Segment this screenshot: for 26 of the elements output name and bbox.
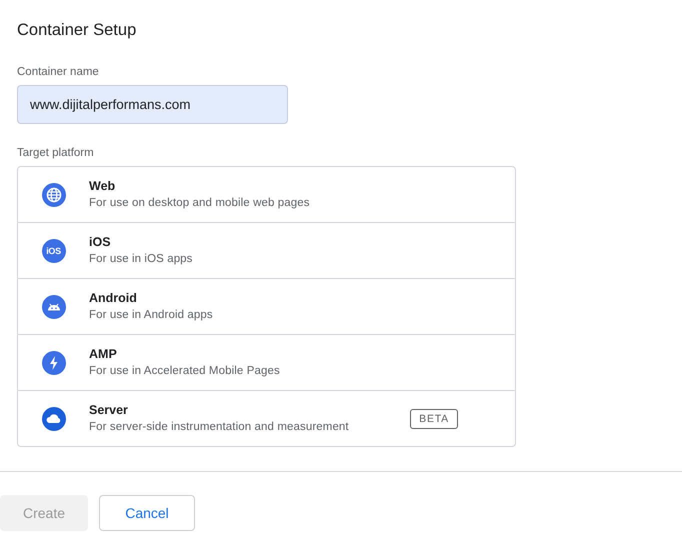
platform-option[interactable]: Server For server-side instrumentation and measurement BETA xyxy=(18,390,515,446)
platform-description: For use in iOS apps xyxy=(89,252,194,267)
field-label: Container name xyxy=(17,65,100,79)
android-icon xyxy=(42,294,66,318)
platform-name: Web xyxy=(89,178,116,195)
platform-name: AMP xyxy=(89,346,118,363)
platform-description: For use in Android apps xyxy=(89,308,214,323)
cloud-icon xyxy=(42,406,66,430)
lightning-icon xyxy=(42,350,66,374)
platform-option[interactable]: Web For use on desktop and mobile web pages xyxy=(18,167,515,222)
container-name-field[interactable]: www.dijitalperformans.com xyxy=(17,85,288,124)
section-label: Target platform xyxy=(17,146,95,160)
platform-option[interactable]: AMP For use in Accelerated Mobile Pages xyxy=(18,334,515,390)
platform-description: For use on desktop and mobile web pages xyxy=(89,196,311,211)
cancel-button[interactable]: Cancel xyxy=(99,495,195,531)
platform-description: For server-side instrumentation and measurement xyxy=(89,420,350,435)
globe-icon xyxy=(42,182,66,206)
ios-icon: iOS xyxy=(42,238,66,262)
platform-option[interactable]: Android For use in Android apps xyxy=(18,278,515,334)
platform-option[interactable]: iOS iOS For use in iOS apps xyxy=(18,222,515,278)
dialog-title: Container Setup xyxy=(17,20,138,41)
platform-name: Android xyxy=(89,290,138,307)
platform-name: Server xyxy=(89,402,129,419)
beta-badge: BETA xyxy=(410,408,458,428)
platform-name: iOS xyxy=(89,234,112,251)
platform-description: For use in Accelerated Mobile Pages xyxy=(89,364,281,379)
